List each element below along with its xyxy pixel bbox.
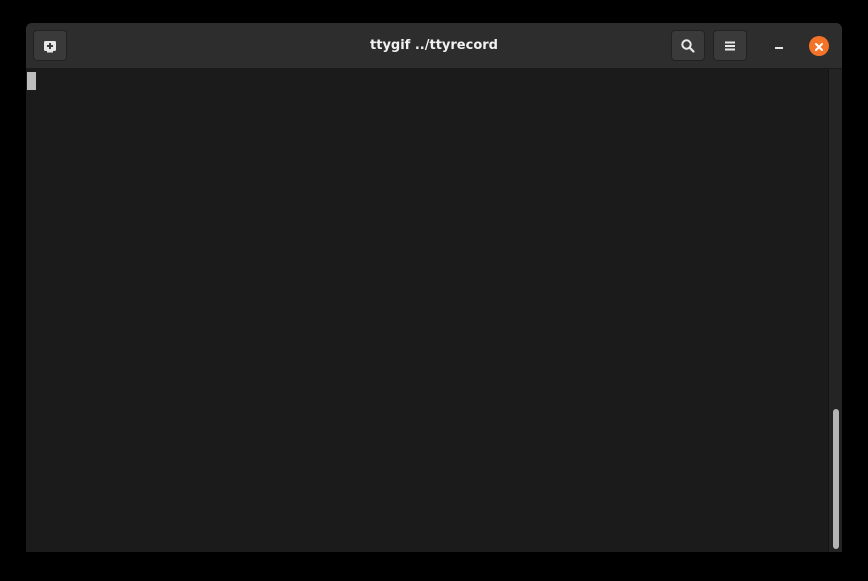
menu-button[interactable] <box>713 30 747 61</box>
close-button[interactable] <box>809 36 829 56</box>
search-button[interactable] <box>671 30 705 61</box>
scrollbar[interactable] <box>828 69 842 552</box>
terminal-window: ttygif ../ttyrecord <box>26 23 842 552</box>
search-icon <box>680 38 696 54</box>
hamburger-menu-icon <box>723 39 737 53</box>
terminal-area[interactable] <box>26 69 842 552</box>
header-bar: ttygif ../ttyrecord <box>26 23 842 69</box>
close-icon <box>814 37 824 56</box>
minimize-button[interactable] <box>769 35 789 55</box>
new-tab-icon <box>42 38 58 54</box>
scrollbar-thumb[interactable] <box>833 409 839 549</box>
text-cursor <box>27 72 36 90</box>
minimize-icon <box>773 36 785 55</box>
new-tab-button[interactable] <box>33 30 67 61</box>
